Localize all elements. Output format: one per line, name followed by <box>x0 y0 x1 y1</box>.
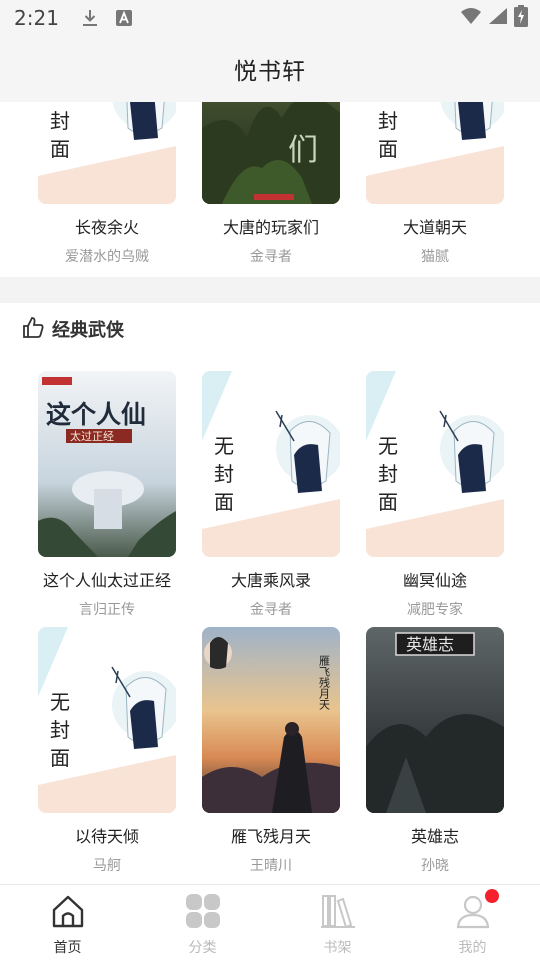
book-author: 马舸 <box>93 858 121 874</box>
book-row: 这个人仙 太过正经 这个人仙太过正经 言归正传 无 封 面 大唐乘风录 金寻者 … <box>0 371 540 619</box>
svg-text:太过正经: 太过正经 <box>70 430 114 443</box>
book-cover-image: 这个人仙 太过正经 <box>38 371 176 557</box>
book-item[interactable]: 英雄志 英雄志 孙晓 <box>366 627 504 875</box>
signal-icon <box>488 7 508 29</box>
svg-text:封: 封 <box>378 462 398 486</box>
svg-text:无: 无 <box>378 434 398 458</box>
svg-text:无: 无 <box>50 690 70 714</box>
book-item[interactable]: 无 封 面 大道朝天 猫腻 <box>366 102 504 266</box>
svg-text:面: 面 <box>378 490 398 514</box>
book-author: 猫腻 <box>421 249 449 265</box>
svg-text:这个人仙: 这个人仙 <box>46 400 146 429</box>
nav-label: 分类 <box>188 940 217 956</box>
book-title: 这个人仙太过正经 <box>42 571 171 590</box>
wifi-icon <box>460 7 482 29</box>
book-author: 金寻者 <box>250 602 292 618</box>
book-title: 雁飞残月天 <box>230 827 311 846</box>
svg-text:无: 无 <box>50 102 70 105</box>
book-cover-image: 雁飞残月天 <box>202 627 340 813</box>
svg-text:封: 封 <box>378 109 398 133</box>
book-cover-placeholder: 无 封 面 <box>38 102 176 204</box>
book-title: 长夜余火 <box>74 218 139 237</box>
status-time: 2:21 <box>14 6 59 30</box>
book-author: 爱潜水的乌贼 <box>65 249 149 265</box>
book-title: 英雄志 <box>410 827 459 846</box>
section-header: 经典武侠 <box>22 316 124 342</box>
svg-text:们: 们 <box>288 133 318 168</box>
book-title: 大唐乘风录 <box>230 571 311 590</box>
notification-badge <box>485 889 499 903</box>
book-author: 孙晓 <box>421 858 449 874</box>
grid-icon <box>185 893 221 933</box>
bookshelf-icon <box>320 893 356 933</box>
book-item[interactable]: 无 封 面 以待天倾 马舸 <box>38 627 176 875</box>
section-title: 经典武侠 <box>52 320 124 341</box>
book-title: 大唐的玩家们 <box>222 218 319 237</box>
book-cover-placeholder: 无 封 面 <box>38 627 176 813</box>
book-cover-placeholder: 无 封 面 <box>366 371 504 557</box>
nav-label: 首页 <box>53 940 82 956</box>
nav-tab-bookshelf[interactable]: 书架 <box>270 885 405 960</box>
battery-charging-icon <box>514 5 528 31</box>
app-header: 悦书轩 <box>0 36 540 102</box>
book-author: 金寻者 <box>250 249 292 265</box>
svg-text:封: 封 <box>50 718 70 742</box>
book-row-top: 无 封 面 长夜余火 爱潜水的乌贼 <box>0 102 540 266</box>
svg-text:面: 面 <box>378 137 398 161</box>
book-item[interactable]: 无 封 面 长夜余火 爱潜水的乌贼 <box>38 102 176 266</box>
section-divider <box>0 277 540 303</box>
svg-text:面: 面 <box>50 746 70 770</box>
book-item[interactable]: 无 封 面 幽冥仙途 减肥专家 <box>366 371 504 619</box>
svg-text:封: 封 <box>214 462 234 486</box>
book-cover-image: 们 <box>202 102 340 204</box>
nav-label: 我的 <box>458 940 487 956</box>
svg-text:面: 面 <box>214 490 234 514</box>
svg-text:面: 面 <box>50 137 70 161</box>
book-item[interactable]: 雁飞残月天 雁飞残月天 王晴川 <box>202 627 340 875</box>
book-author: 言归正传 <box>79 602 135 618</box>
book-title: 以待天倾 <box>74 827 139 846</box>
book-row: 无 封 面 以待天倾 马舸 雁飞残月天 雁飞残月天 王晴川 英雄志 英雄志 孙晓 <box>0 627 540 875</box>
thumbs-up-icon <box>22 316 44 342</box>
svg-text:雁飞残月天: 雁飞残月天 <box>318 655 331 711</box>
book-list-scroll[interactable]: 无 封 面 长夜余火 爱潜水的乌贼 <box>0 102 540 884</box>
nav-tab-home[interactable]: 首页 <box>0 885 135 960</box>
book-item[interactable]: 们 大唐的玩家们 金寻者 <box>202 102 340 266</box>
book-title: 幽冥仙途 <box>402 571 467 590</box>
bottom-navigation: 首页 分类 书架 我的 <box>0 884 540 960</box>
book-cover-image: 英雄志 <box>366 627 504 813</box>
svg-text:无: 无 <box>378 102 398 105</box>
svg-text:无: 无 <box>214 434 234 458</box>
book-cover-placeholder: 无 封 面 <box>366 102 504 204</box>
book-cover-placeholder: 无 封 面 <box>202 371 340 557</box>
home-icon <box>50 893 86 933</box>
svg-text:英雄志: 英雄志 <box>406 635 454 654</box>
svg-text:封: 封 <box>50 109 70 133</box>
status-bar: 2:21 <box>0 0 540 36</box>
book-item[interactable]: 无 封 面 大唐乘风录 金寻者 <box>202 371 340 619</box>
nav-tab-category[interactable]: 分类 <box>135 885 270 960</box>
font-a-icon <box>115 8 133 28</box>
download-icon <box>81 8 99 28</box>
book-author: 减肥专家 <box>407 602 463 618</box>
book-author: 王晴川 <box>250 858 292 874</box>
book-title: 大道朝天 <box>402 218 467 237</box>
book-item[interactable]: 这个人仙 太过正经 这个人仙太过正经 言归正传 <box>38 371 176 619</box>
page-title: 悦书轩 <box>234 59 306 85</box>
nav-label: 书架 <box>323 940 352 956</box>
nav-tab-profile[interactable]: 我的 <box>405 885 540 960</box>
app-screen: 2:21 悦书轩 封 面 长夜余火 爱潜水的乌贼 们 大唐的玩家们 金寻者 封 … <box>0 0 540 960</box>
